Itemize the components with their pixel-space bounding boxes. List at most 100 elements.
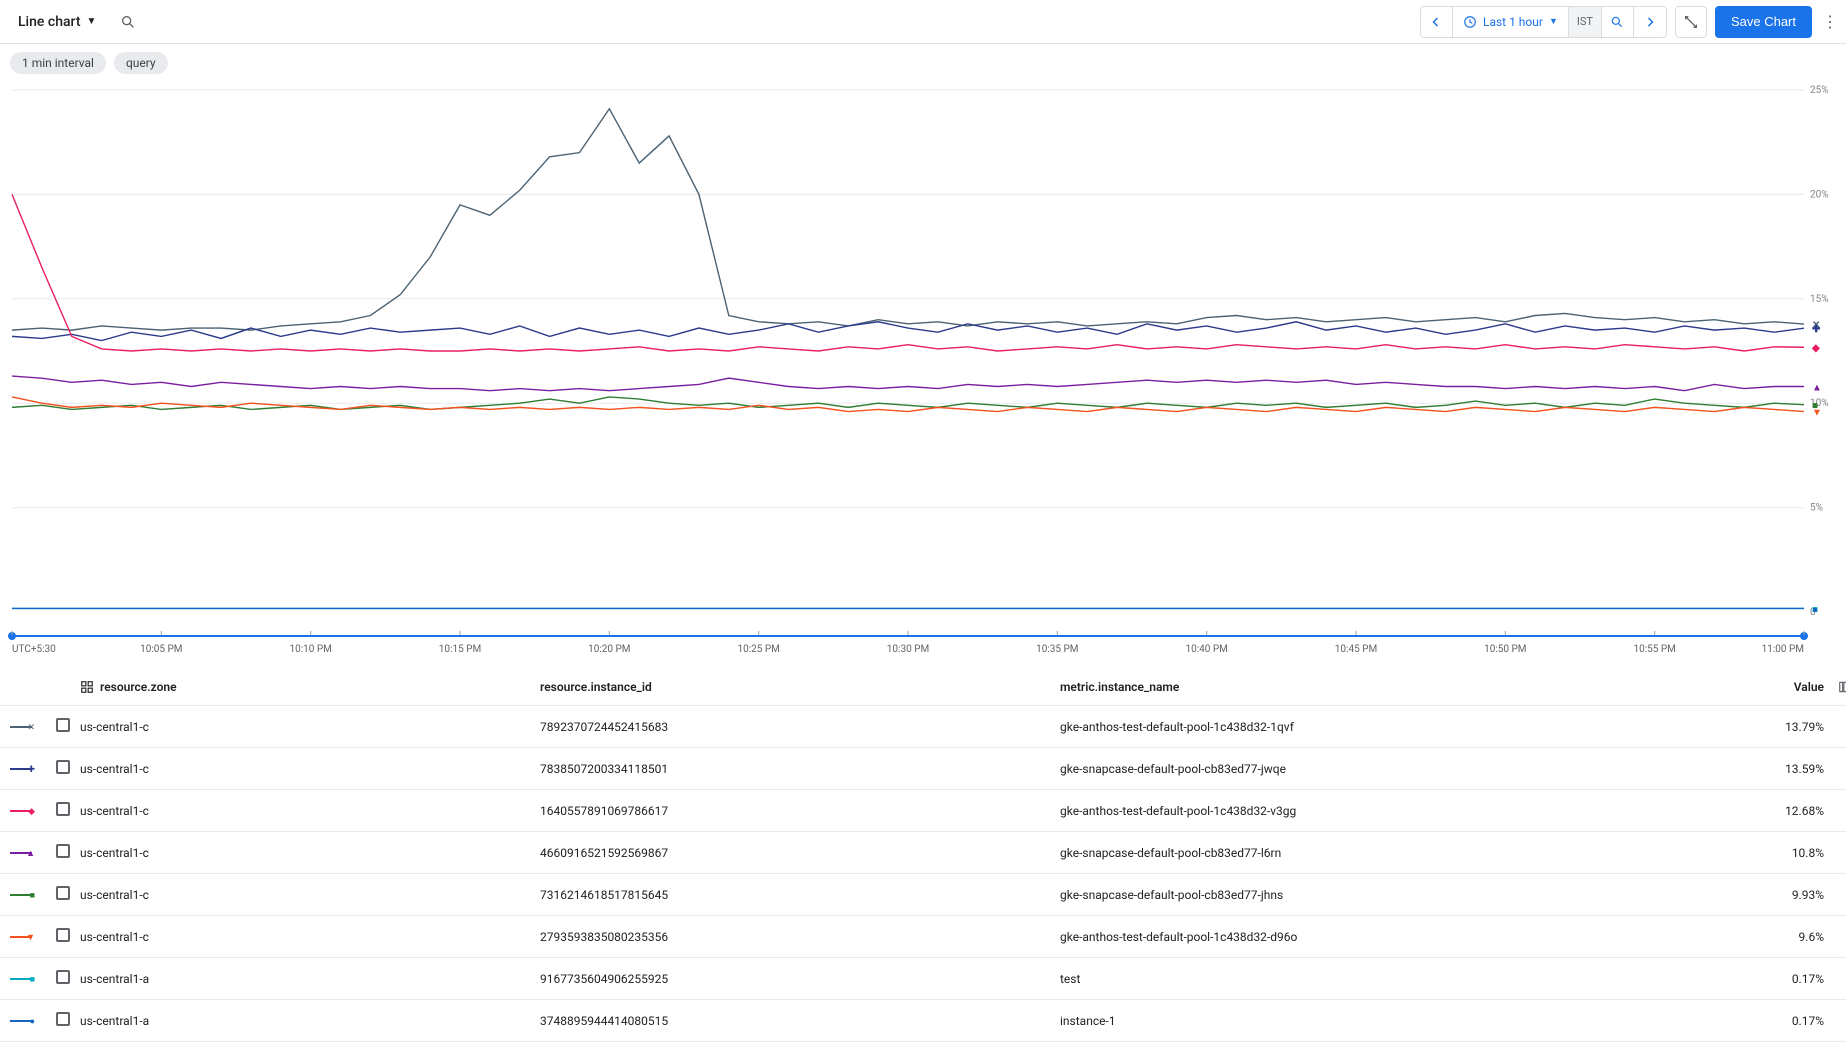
chart-area: 5%10%15%20%25%0✕✚◆▲■▼■●UTC+5:3010:05 PM1… — [6, 82, 1840, 662]
row-checkbox[interactable] — [56, 802, 80, 819]
table-row[interactable]: ■ us-central1-a 9167735604906255925 test… — [0, 958, 1846, 1000]
caret-down-icon: ▼ — [1549, 16, 1558, 27]
cell-instance-name: gke-snapcase-default-pool-cb83ed77-jhns — [1060, 888, 1680, 902]
cell-instance-name: gke-anthos-test-default-pool-1c438d32-d9… — [1060, 930, 1680, 944]
legend-swatch: ■ — [10, 972, 38, 986]
cell-value: 12.68% — [1680, 804, 1830, 818]
table-header-row: resource.zone resource.instance_id metri… — [0, 668, 1846, 706]
reset-zoom-button[interactable] — [1675, 6, 1707, 38]
legend-swatch: ✕ — [10, 720, 38, 734]
th-instance-name[interactable]: metric.instance_name — [1060, 680, 1680, 694]
line-chart-svg[interactable]: 5%10%15%20%25%0✕✚◆▲■▼■●UTC+5:3010:05 PM1… — [6, 82, 1840, 662]
svg-text:▲: ▲ — [1812, 382, 1822, 393]
cell-instance-id: 9167735604906255925 — [540, 972, 1060, 986]
chart-type-dropdown[interactable]: Line chart ▼ — [10, 8, 104, 36]
timezone-label: IST — [1577, 15, 1593, 28]
table-row[interactable]: ▼ us-central1-c 2793593835080235356 gke-… — [0, 916, 1846, 958]
cell-zone: us-central1-c — [80, 720, 540, 734]
group-icon — [80, 680, 94, 694]
table-row[interactable]: ■ us-central1-c 7316214618517815645 gke-… — [0, 874, 1846, 916]
legend-swatch: ● — [10, 1014, 38, 1028]
cell-instance-id: 7892370724452415683 — [540, 720, 1060, 734]
cell-value: 13.59% — [1680, 762, 1830, 776]
top-toolbar: Line chart ▼ Last 1 hour ▼ IST — [0, 0, 1846, 44]
svg-text:✚: ✚ — [1812, 324, 1821, 335]
cell-value: 0.17% — [1680, 972, 1830, 986]
time-prev-button[interactable] — [1421, 7, 1453, 37]
cell-zone: us-central1-c — [80, 888, 540, 902]
row-checkbox[interactable] — [56, 970, 80, 987]
legend-swatch: ▼ — [10, 930, 38, 944]
svg-text:10:20 PM: 10:20 PM — [588, 644, 630, 655]
cell-value: 9.6% — [1680, 930, 1830, 944]
th-value[interactable]: Value — [1680, 680, 1830, 694]
time-next-button[interactable] — [1634, 7, 1666, 37]
svg-text:25%: 25% — [1810, 85, 1829, 96]
legend-swatch: ■ — [10, 888, 38, 902]
cell-zone: us-central1-c — [80, 846, 540, 860]
search-icon[interactable] — [114, 8, 142, 36]
svg-text:UTC+5:30: UTC+5:30 — [12, 644, 56, 655]
row-checkbox[interactable] — [56, 760, 80, 777]
row-checkbox[interactable] — [56, 718, 80, 735]
toolbar-left: Line chart ▼ — [10, 8, 142, 36]
cell-instance-name: gke-anthos-test-default-pool-1c438d32-1q… — [1060, 720, 1680, 734]
cell-value: 13.79% — [1680, 720, 1830, 734]
chips-row: 1 min interval query — [0, 44, 1846, 82]
row-checkbox[interactable] — [56, 1012, 80, 1029]
svg-text:10:45 PM: 10:45 PM — [1335, 644, 1377, 655]
svg-text:10:50 PM: 10:50 PM — [1484, 644, 1526, 655]
time-range-label: Last 1 hour — [1483, 15, 1543, 29]
interval-chip[interactable]: 1 min interval — [10, 52, 106, 74]
cell-instance-name: gke-anthos-test-default-pool-1c438d32-v3… — [1060, 804, 1680, 818]
cell-zone: us-central1-a — [80, 972, 540, 986]
time-controls-group: Last 1 hour ▼ IST — [1420, 6, 1667, 38]
cell-instance-name: instance-1 — [1060, 1014, 1680, 1028]
legend-swatch: ▲ — [10, 846, 38, 860]
row-checkbox[interactable] — [56, 928, 80, 945]
legend-swatch: ◆ — [10, 804, 38, 818]
save-chart-button[interactable]: Save Chart — [1715, 6, 1812, 38]
cell-instance-id: 7838507200334118501 — [540, 762, 1060, 776]
cell-zone: us-central1-a — [80, 1014, 540, 1028]
cell-instance-name: gke-snapcase-default-pool-cb83ed77-l6rn — [1060, 846, 1680, 860]
table-row[interactable]: ● us-central1-a 3748895944414080515 inst… — [0, 1000, 1846, 1042]
clock-icon — [1463, 15, 1477, 29]
svg-text:11:00 PM: 11:00 PM — [1762, 644, 1804, 655]
svg-text:15%: 15% — [1810, 294, 1829, 305]
legend-table: resource.zone resource.instance_id metri… — [0, 668, 1846, 1042]
cell-zone: us-central1-c — [80, 804, 540, 818]
cell-instance-id: 2793593835080235356 — [540, 930, 1060, 944]
toolbar-right: Last 1 hour ▼ IST Save Chart ⋮ — [1420, 6, 1840, 38]
table-row[interactable]: ▲ us-central1-c 4660916521592569867 gke-… — [0, 832, 1846, 874]
svg-text:◆: ◆ — [1811, 343, 1820, 354]
query-chip[interactable]: query — [114, 52, 168, 74]
cell-instance-id: 7316214618517815645 — [540, 888, 1060, 902]
row-checkbox[interactable] — [56, 844, 80, 861]
cell-instance-id: 3748895944414080515 — [540, 1014, 1060, 1028]
th-zone-label: resource.zone — [100, 680, 177, 694]
cell-instance-id: 4660916521592569867 — [540, 846, 1060, 860]
time-zoom-button[interactable] — [1602, 7, 1634, 37]
svg-text:10:35 PM: 10:35 PM — [1036, 644, 1078, 655]
more-options-button[interactable]: ⋮ — [1820, 12, 1840, 31]
th-zone[interactable]: resource.zone — [80, 680, 540, 694]
table-row[interactable]: ◆ us-central1-c 1640557891069786617 gke-… — [0, 790, 1846, 832]
svg-text:10:55 PM: 10:55 PM — [1633, 644, 1675, 655]
th-instance-id[interactable]: resource.instance_id — [540, 680, 1060, 694]
chart-type-label: Line chart — [18, 14, 81, 30]
timezone-chip[interactable]: IST — [1569, 7, 1602, 37]
cell-instance-name: test — [1060, 972, 1680, 986]
cell-zone: us-central1-c — [80, 762, 540, 776]
table-row[interactable]: ✚ us-central1-c 7838507200334118501 gke-… — [0, 748, 1846, 790]
table-row[interactable]: ✕ us-central1-c 7892370724452415683 gke-… — [0, 706, 1846, 748]
cell-zone: us-central1-c — [80, 930, 540, 944]
row-checkbox[interactable] — [56, 886, 80, 903]
svg-text:●: ● — [1812, 604, 1818, 615]
svg-text:20%: 20% — [1810, 189, 1829, 200]
time-range-dropdown[interactable]: Last 1 hour ▼ — [1453, 7, 1569, 37]
columns-button[interactable] — [1830, 680, 1846, 694]
legend-swatch: ✚ — [10, 762, 38, 776]
svg-text:10:25 PM: 10:25 PM — [737, 644, 779, 655]
svg-text:▼: ▼ — [1812, 408, 1822, 419]
